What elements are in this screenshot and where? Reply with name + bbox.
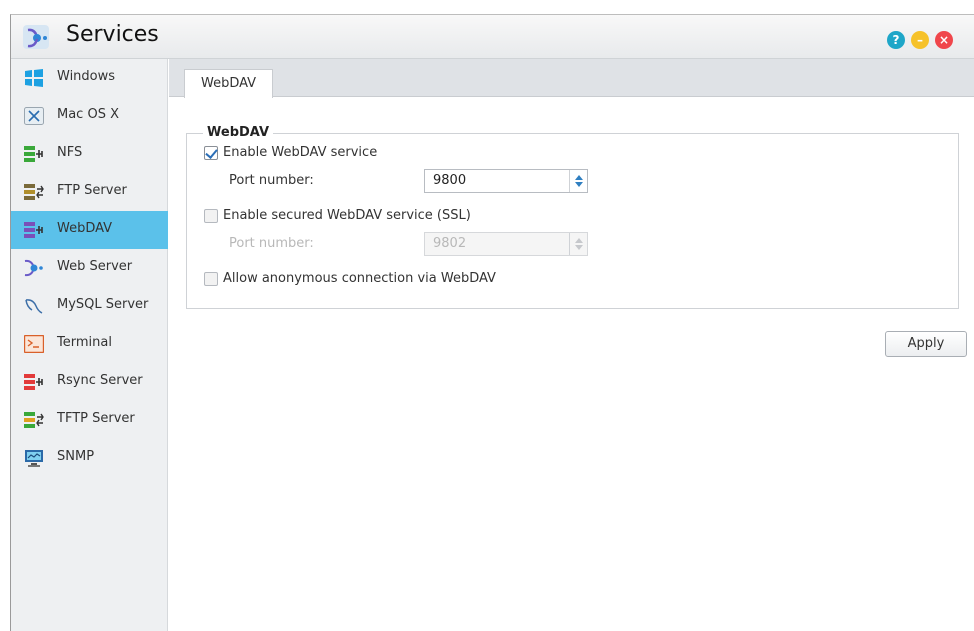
sidebar-item-snmp[interactable]: SNMP (11, 439, 168, 477)
ssl-port-number-stepper[interactable]: 9802 (424, 232, 588, 256)
sidebar-item-rsync-server[interactable]: Rsync Server (11, 363, 168, 401)
tab-webdav[interactable]: WebDAV (184, 69, 273, 98)
sidebar-item-label: Mac OS X (57, 107, 119, 122)
sidebar-item-label: Web Server (57, 259, 133, 274)
ftp-server-icon (24, 183, 44, 201)
enable-webdav-checkbox[interactable] (204, 146, 218, 160)
spin-arrows-icon[interactable] (569, 170, 587, 192)
anonymous-connection-checkbox[interactable] (204, 272, 218, 286)
tab-bar: WebDAV (169, 59, 974, 98)
group-legend: WebDAV (203, 125, 274, 140)
sidebar-item-label: Windows (57, 69, 116, 84)
minimize-icon: – (917, 33, 923, 47)
terminal-icon (23, 334, 45, 354)
port-number-value: 9800 (433, 173, 467, 188)
minimize-button[interactable]: – (911, 31, 929, 49)
windows-icon (24, 69, 44, 87)
sidebar: Windows Mac OS X NFS FTP Server WebDAV W… (11, 59, 168, 631)
sidebar-item-windows[interactable]: Windows (11, 59, 168, 97)
sidebar-item-webdav[interactable]: WebDAV (11, 211, 168, 249)
services-window: Services ? – × Windows Mac OS X NFS FTP … (10, 14, 974, 631)
sidebar-item-mac-os-x[interactable]: Mac OS X (11, 97, 168, 135)
sidebar-item-label: MySQL Server (57, 297, 149, 312)
apply-button[interactable]: Apply (885, 331, 967, 357)
nfs-icon (24, 145, 44, 163)
help-button[interactable]: ? (887, 31, 905, 49)
title-bar: Services ? – × (11, 15, 974, 59)
window-title: Services (66, 22, 159, 47)
ssl-port-number-label: Port number: (229, 236, 314, 251)
sidebar-item-label: FTP Server (57, 183, 127, 198)
enable-webdav-label: Enable WebDAV service (223, 145, 378, 160)
mysql-server-icon (24, 297, 44, 315)
close-icon: × (938, 33, 950, 47)
ssl-port-number-value: 9802 (433, 236, 467, 251)
enable-ssl-label: Enable secured WebDAV service (SSL) (223, 208, 471, 223)
tftp-server-icon (24, 411, 44, 429)
sidebar-item-label: NFS (57, 145, 83, 160)
webdav-icon (24, 221, 44, 239)
main-panel: WebDAV WebDAV Enable WebDAV service Port… (169, 59, 974, 631)
sidebar-item-tftp-server[interactable]: TFTP Server (11, 401, 168, 439)
sidebar-item-terminal[interactable]: Terminal (11, 325, 168, 363)
help-icon: ? (892, 33, 900, 47)
sidebar-item-nfs[interactable]: NFS (11, 135, 168, 173)
anonymous-connection-label: Allow anonymous connection via WebDAV (223, 271, 496, 286)
sidebar-item-ftp-server[interactable]: FTP Server (11, 173, 168, 211)
enable-ssl-checkbox[interactable] (204, 209, 218, 223)
rsync-server-icon (24, 373, 44, 391)
spin-arrows-icon (569, 233, 587, 255)
mac-os-x-icon (24, 107, 44, 125)
webdav-settings-group: WebDAV Enable WebDAV service Port number… (186, 125, 959, 309)
port-number-stepper[interactable]: 9800 (424, 169, 588, 193)
web-server-icon (24, 259, 44, 277)
sidebar-item-mysql-server[interactable]: MySQL Server (11, 287, 168, 325)
sidebar-item-label: Terminal (57, 335, 112, 350)
sidebar-item-label: WebDAV (57, 221, 113, 236)
port-number-label: Port number: (229, 173, 314, 188)
sidebar-item-label: TFTP Server (57, 411, 135, 426)
close-button[interactable]: × (935, 31, 953, 49)
snmp-icon (24, 449, 44, 467)
services-app-icon (23, 25, 49, 49)
sidebar-item-web-server[interactable]: Web Server (11, 249, 168, 287)
sidebar-item-label: Rsync Server (57, 373, 143, 388)
sidebar-item-label: SNMP (57, 449, 95, 464)
